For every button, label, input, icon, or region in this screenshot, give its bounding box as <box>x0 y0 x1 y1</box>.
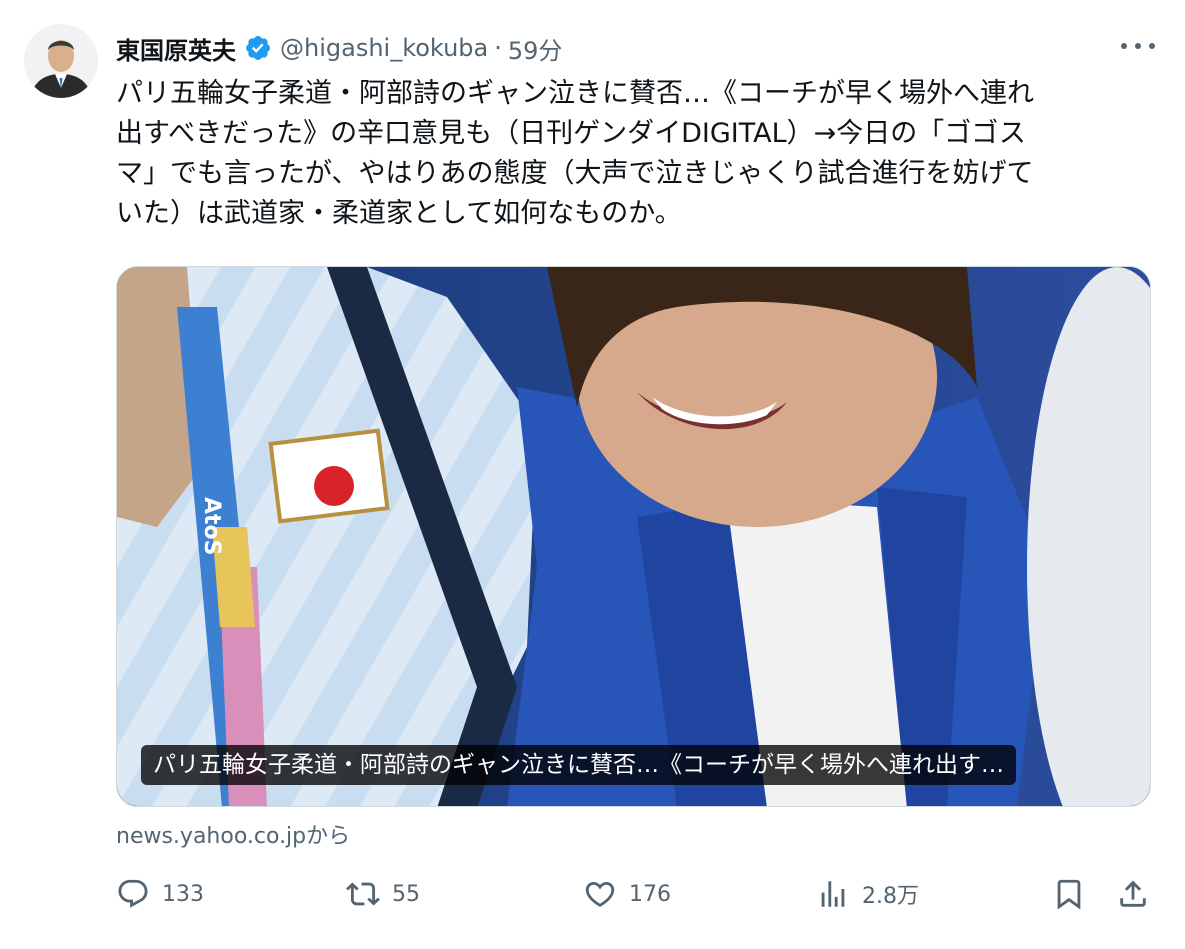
reply-icon <box>118 879 148 908</box>
view-count: 2.8万 <box>862 884 919 909</box>
more-options-icon[interactable] <box>1121 34 1155 58</box>
more-dot <box>1149 43 1155 49</box>
like-count: 176 <box>629 881 671 907</box>
card-caption: パリ五輪女子柔道・阿部詩のギャン泣きに賛否…《コーチが早く場外へ連れ出す… <box>141 745 1016 785</box>
retweet-icon <box>346 882 380 906</box>
reply-button[interactable]: 133 <box>116 868 204 920</box>
bookmark-icon <box>1057 879 1081 910</box>
author-handle[interactable]: @higashi_kokuba <box>280 34 488 62</box>
views-icon <box>821 881 845 907</box>
reply-count: 133 <box>162 881 204 907</box>
like-icon <box>585 881 615 907</box>
author-name[interactable]: 東国原英夫 <box>116 31 236 66</box>
more-dot <box>1121 43 1127 49</box>
action-bar: 133 55 176 2.8万 <box>116 868 1161 920</box>
tweet: 東国原英夫 @higashi_kokuba · 59分 パリ五輪女子柔道・阿部詩… <box>0 0 1185 949</box>
like-button[interactable]: 176 <box>583 868 671 920</box>
tweet-header: 東国原英夫 @higashi_kokuba · 59分 <box>116 28 562 68</box>
lanyard-text: AtoS <box>199 497 224 556</box>
avatar-image <box>24 24 98 98</box>
views-button[interactable]: 2.8万 <box>816 868 919 920</box>
share-icon <box>1120 880 1146 907</box>
bookmark-button[interactable] <box>1052 868 1086 920</box>
retweet-button[interactable]: 55 <box>346 868 420 920</box>
avatar[interactable] <box>24 24 98 98</box>
card-photo: AtoS <box>117 267 1150 806</box>
more-dot <box>1135 43 1141 49</box>
verified-badge-icon[interactable] <box>244 34 272 62</box>
link-card[interactable]: AtoS パリ五輪女子柔道・阿部詩のギャン泣きに賛否…《コーチが早く場外へ連れ出… <box>116 266 1151 807</box>
tweet-text: パリ五輪女子柔道・阿部詩のギャン泣きに賛否…《コーチが早く場外へ連れ 出すべきだ… <box>116 78 1034 229</box>
tweet-timestamp[interactable]: 59分 <box>508 31 563 66</box>
header-separator: · <box>494 34 502 62</box>
card-source-link[interactable]: news.yahoo.co.jpから <box>116 818 350 850</box>
share-button[interactable] <box>1116 868 1150 920</box>
retweet-count: 55 <box>392 881 420 907</box>
